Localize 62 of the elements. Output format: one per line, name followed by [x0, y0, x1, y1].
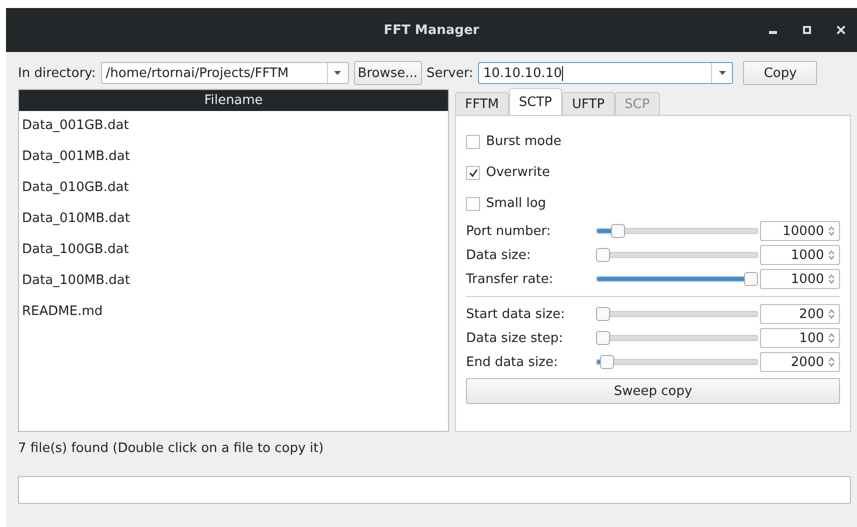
slider[interactable]	[596, 331, 758, 345]
caret-icon[interactable]	[334, 71, 342, 75]
spin-arrows-icon[interactable]	[828, 333, 835, 343]
browse-button[interactable]: Browse...	[354, 61, 422, 85]
slider-label: Port number:	[466, 224, 552, 238]
caret-icon[interactable]	[718, 71, 726, 75]
spin-box[interactable]: 1000	[760, 245, 840, 265]
slider-handle[interactable]	[600, 355, 614, 369]
slider-label: Data size step:	[466, 330, 564, 346]
spin-arrows-icon[interactable]	[828, 226, 835, 236]
server-label: Server:	[426, 66, 474, 80]
column-header[interactable]: Filename	[19, 90, 448, 111]
slider[interactable]	[596, 355, 758, 369]
checkbox[interactable]	[466, 134, 480, 148]
window-title: FFT Manager	[384, 22, 480, 38]
slider[interactable]	[596, 307, 758, 321]
close-icon[interactable]	[837, 26, 845, 34]
maximize-icon[interactable]	[803, 26, 811, 34]
file-item[interactable]: Data_001MB.dat	[19, 142, 448, 173]
file-item[interactable]: README.md	[19, 297, 448, 328]
spin-box[interactable]: 200	[760, 304, 840, 324]
slider-label: End data size:	[466, 354, 559, 370]
file-item[interactable]: Data_100MB.dat	[19, 266, 448, 297]
file-item[interactable]: Data_001GB.dat	[19, 111, 448, 142]
spin-box[interactable]: 10000	[760, 221, 840, 241]
checkbox-label: Small log	[486, 196, 546, 211]
tab[interactable]: FFTM	[455, 92, 509, 115]
file-item[interactable]: Data_100GB.dat	[19, 235, 448, 266]
input-field[interactable]	[18, 476, 851, 504]
slider[interactable]	[596, 272, 758, 286]
status-text: 7 file(s) found (Double click on a file to copy it)	[18, 441, 325, 458]
tab[interactable]: SCTP	[508, 88, 562, 115]
spin-box[interactable]: 100	[760, 328, 840, 348]
spin-box[interactable]: 2000	[760, 352, 840, 372]
slider-handle[interactable]	[610, 224, 625, 238]
directory-label: In directory:	[18, 66, 96, 80]
directory-combo[interactable]: /home/rtornai/Projects/FFTM	[100, 62, 349, 84]
checkbox-label: Overwrite	[486, 165, 550, 180]
spin-arrows-icon[interactable]	[828, 274, 835, 284]
tab[interactable]: UFTP	[562, 92, 615, 115]
slider-label: Transfer rate:	[466, 272, 554, 286]
checkbox[interactable]	[466, 196, 480, 210]
checkbox-label: Burst mode	[486, 134, 562, 149]
checkbox[interactable]	[466, 166, 480, 180]
spin-arrows-icon[interactable]	[828, 309, 835, 319]
slider-handle[interactable]	[596, 331, 610, 345]
sweep-copy-button[interactable]: Sweep copy	[466, 378, 840, 404]
server-combo[interactable]: 10.10.10.10	[478, 62, 734, 84]
slider[interactable]	[596, 248, 758, 262]
file-item[interactable]: Data_010MB.dat	[19, 204, 448, 235]
slider-label: Data size:	[466, 248, 532, 262]
file-item[interactable]: Data_010GB.dat	[19, 173, 448, 204]
copy-button[interactable]: Copy	[743, 61, 818, 85]
spin-arrows-icon[interactable]	[828, 250, 835, 260]
check-icon	[468, 168, 478, 176]
slider-label: Start data size:	[466, 306, 566, 322]
spin-arrows-icon[interactable]	[828, 357, 835, 367]
slider-handle[interactable]	[596, 307, 610, 321]
slider-handle[interactable]	[596, 248, 610, 262]
slider[interactable]	[596, 224, 758, 238]
slider-handle[interactable]	[744, 272, 758, 286]
spin-box[interactable]: 1000	[760, 269, 840, 289]
